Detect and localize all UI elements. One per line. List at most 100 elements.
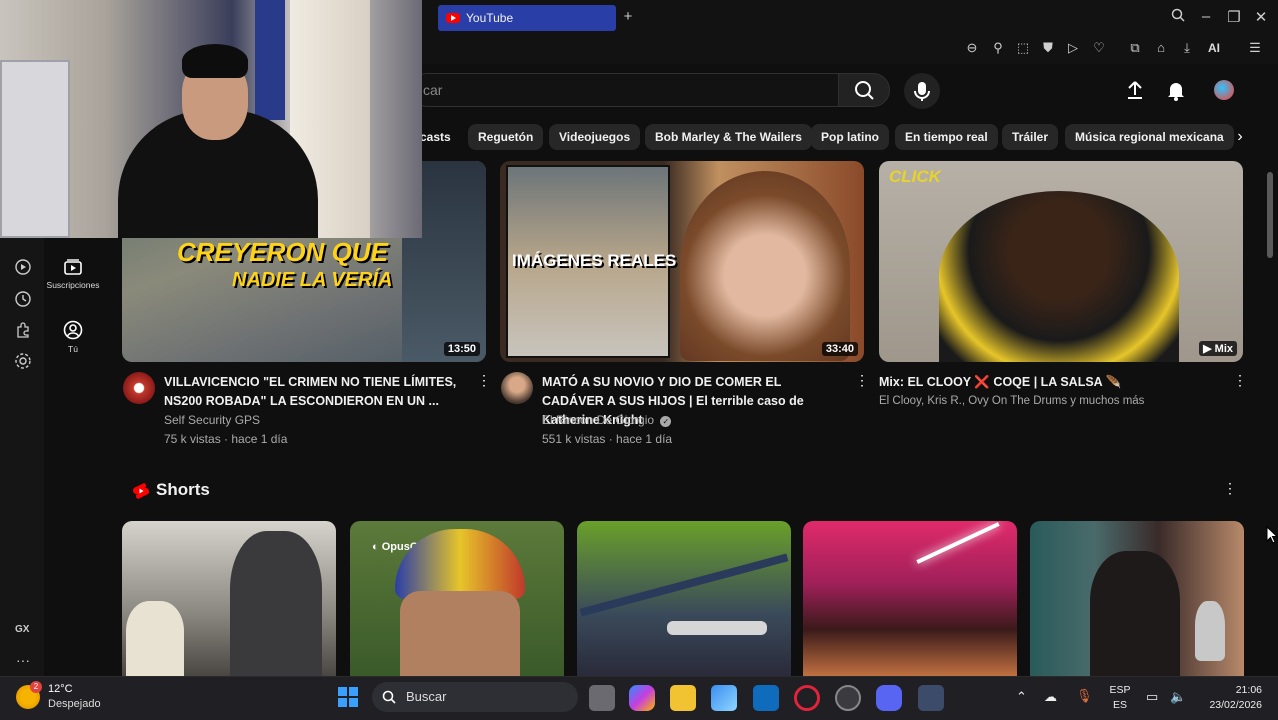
sidebar-item-label: Tú [68,344,78,354]
shield-icon[interactable]: ⛊ [1039,40,1057,56]
notifications-bell-icon[interactable] [1164,78,1188,102]
more-vert-icon[interactable]: ⋮ [855,373,869,387]
player-icon[interactable] [14,258,32,276]
opera-gx-icon[interactable] [794,685,820,711]
chip-trailer[interactable]: Tráiler [1002,124,1059,150]
shorts-section-title: Shorts [156,480,210,499]
chevron-up-icon[interactable]: ⌃ [1016,689,1027,705]
sidebar-item-label: Suscripciones [46,280,100,290]
short-structure-image [579,553,789,617]
short-thumbnail[interactable] [577,521,791,676]
short-thumbnail[interactable] [122,521,336,676]
tab-label: YouTube [466,11,514,25]
video-thumbnail[interactable]: IMÁGENES REALES 33:40 [500,161,864,362]
new-tab-button[interactable]: + [620,9,636,25]
sidebar-item-tu[interactable]: Tú [44,320,102,354]
short-people-image [1090,551,1180,676]
weather-condition[interactable]: Despejado [48,698,101,710]
clock-time[interactable]: 21:06 [1198,684,1262,696]
task-view-icon[interactable] [589,685,615,711]
app-icon[interactable] [835,685,861,711]
short-thumbnail[interactable] [1030,521,1244,676]
channel-avatar[interactable] [501,372,533,404]
chip-pop-latino[interactable]: Pop latino [811,124,889,150]
chip-regueton[interactable]: Reguetón [468,124,544,150]
short-trophy-image [1195,601,1225,661]
channel-names[interactable]: El Clooy, Kris R., Ovy On The Drums y mu… [879,395,1144,407]
close-window-button[interactable]: ✕ [1251,8,1271,26]
language-top[interactable]: ESP [1106,684,1134,696]
channel-name[interactable]: El Rincón De Giorgio ✓ [542,413,672,427]
video-title[interactable]: VILLAVICENCIO "EL CRIMEN NO TIENE LÍMITE… [164,373,464,411]
file-explorer-icon[interactable] [670,685,696,711]
upload-icon[interactable] [1123,78,1147,102]
menu-icon[interactable]: ☰ [1246,40,1264,56]
search-button[interactable] [838,73,890,107]
minimize-button[interactable]: – [1196,8,1216,25]
heart-icon[interactable]: ♡ [1090,40,1108,56]
subscriptions-icon [64,259,82,275]
voice-search-button[interactable] [904,73,940,109]
zoom-out-icon[interactable]: ⊖ [963,40,981,56]
channel-avatar[interactable] [123,372,155,404]
chip-videojuegos[interactable]: Videojuegos [549,124,641,150]
settings-gear-icon[interactable] [14,352,32,370]
chip-musica-regional-mexicana[interactable]: Música regional mexicana [1065,124,1234,150]
avatar[interactable] [1214,80,1234,100]
clock-date[interactable]: 23/02/2026 [1198,699,1262,711]
weather-temperature[interactable]: 12°C [48,683,73,695]
windows-start-icon[interactable] [337,686,359,708]
more-vert-icon[interactable]: ⋮ [477,373,491,387]
microphone-icon[interactable]: 🎙 [1076,688,1093,704]
send-icon[interactable]: ▷ [1064,40,1082,56]
wallet-icon[interactable]: ⌂ [1152,40,1170,55]
short-light-image [916,522,1000,564]
extensions-icon[interactable] [14,321,32,339]
extensions-icon[interactable]: ⧉ [1126,40,1144,56]
chip-bob-marley[interactable]: Bob Marley & The Wailers [645,124,812,150]
gx-label[interactable]: GX [15,624,29,635]
more-vert-icon[interactable]: ⋮ [1223,481,1237,495]
search-tabs-icon[interactable] [1168,8,1188,26]
short-bar-image [667,621,767,635]
maximize-button[interactable]: ❐ [1224,8,1244,26]
history-icon[interactable] [14,290,32,308]
network-icon[interactable]: ▭ [1146,689,1158,705]
snapshot-icon[interactable]: ⬚ [1014,40,1032,56]
tab-youtube[interactable]: YouTube [438,5,616,31]
search-input[interactable]: car [410,73,840,107]
language-bottom[interactable]: ES [1106,699,1134,711]
chevron-right-icon[interactable]: › [1230,128,1250,148]
sidebar-item-suscripciones[interactable]: Suscripciones [44,258,102,290]
short-thumbnail[interactable] [803,521,1017,676]
copilot-icon[interactable] [629,685,655,711]
download-icon[interactable]: ⤓ [1178,40,1196,56]
taskbar-search-label: Buscar [406,689,447,704]
weather-notification-badge: 2 [30,681,42,693]
video-thumbnail[interactable]: CLICK ▶ Mix [879,161,1243,362]
more-vert-icon[interactable]: ⋮ [1233,373,1247,387]
scrollbar[interactable] [1262,64,1278,676]
video-title[interactable]: Mix: EL CLOOY ❌ COQE | LA SALSA 🪶 [879,373,1219,392]
discord-icon[interactable] [876,685,902,711]
taskbar-search-input[interactable]: Buscar [372,682,578,712]
volume-icon[interactable]: 🔈 [1170,689,1186,705]
pin-icon[interactable]: ⚲ [989,40,1007,56]
chip-en-tiempo-real[interactable]: En tiempo real [895,124,998,150]
mail-icon[interactable] [753,685,779,711]
short-person-image [230,531,322,676]
short-person-image [126,601,184,676]
short-thumbnail[interactable]: ◐ OpusClip [350,521,564,676]
settings-gear-icon[interactable] [918,685,944,711]
scrollbar-thumb[interactable] [1267,172,1273,258]
onedrive-cloud-icon[interactable]: ☁ [1044,689,1057,705]
microphone-icon [914,82,930,101]
ai-button[interactable]: AI [1208,41,1220,55]
channel-name[interactable]: Self Security GPS [164,413,260,427]
shorts-icon [133,483,149,499]
webcam-cabinet-image [0,60,70,238]
microsoft-store-icon[interactable] [711,685,737,711]
mix-badge: ▶ Mix [1199,341,1237,356]
search-icon [855,81,874,100]
more-icon[interactable]: ··· [16,652,30,668]
